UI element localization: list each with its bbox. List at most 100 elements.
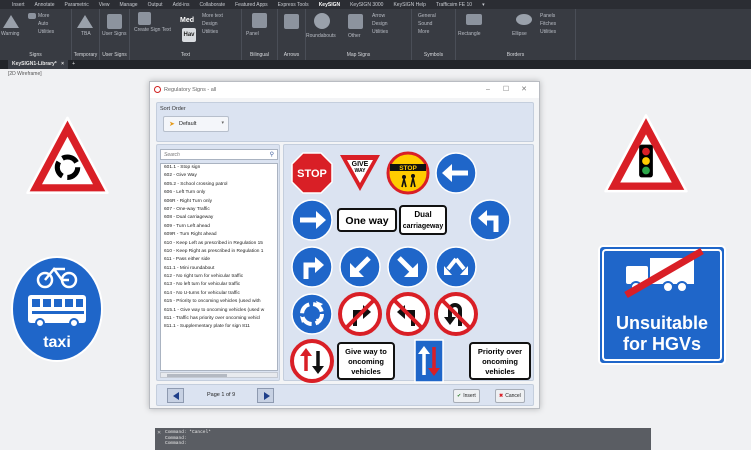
panel-label-symbols[interactable]: Symbols xyxy=(412,52,455,58)
ribbon-more-text-label[interactable]: More text xyxy=(202,13,223,19)
sign-no-left-turn[interactable] xyxy=(385,291,431,337)
menu-keysign[interactable]: KeySIGN xyxy=(319,2,340,8)
list-item[interactable]: 615 - Priority to oncoming vehicles (use… xyxy=(161,298,277,306)
menu-manage[interactable]: Manage xyxy=(119,2,137,8)
ribbon-rectangle-label[interactable]: Rectangle xyxy=(458,31,481,37)
panel-label-bilingual[interactable]: Bilingual xyxy=(242,52,277,58)
list-item[interactable]: 602 - Give Way xyxy=(161,172,277,180)
sign-give-way[interactable]: GIVE WAY xyxy=(337,150,383,196)
list-item[interactable]: 611.1 - Mini roundabout xyxy=(161,265,277,273)
ribbon-arrow-label[interactable]: Arrow xyxy=(372,13,385,19)
sign-no-u-turn[interactable] xyxy=(433,291,479,337)
ribbon-utilities-text-label[interactable]: Utilities xyxy=(202,29,218,35)
menu-trafficsim[interactable]: Trafficsim FE 10 xyxy=(436,2,472,8)
close-icon[interactable]: ✕ xyxy=(519,85,529,95)
sign-no-right-turn[interactable] xyxy=(337,291,383,337)
ribbon-auto-label[interactable]: Auto xyxy=(38,21,48,27)
list-item[interactable]: 609R - Turn Right ahead xyxy=(161,231,277,239)
list-item[interactable]: 610 - Keep Right as prescribed in Regula… xyxy=(161,248,277,256)
sign-turn-right-ahead[interactable] xyxy=(289,244,335,290)
hav-font-icon[interactable]: Hav xyxy=(182,28,196,42)
ribbon-ellipse-label[interactable]: Ellipse xyxy=(512,31,527,37)
list-item[interactable]: 601.1 - Stop sign xyxy=(161,164,277,172)
menu-keysign-3000[interactable]: KeySIGN 3000 xyxy=(350,2,383,8)
list-item[interactable]: 811.1 - Supplementary plate for sign 811 xyxy=(161,323,277,331)
menu-addins[interactable]: Add-ins xyxy=(173,2,190,8)
sign-keep-right[interactable] xyxy=(385,244,431,290)
more-icon[interactable] xyxy=(28,13,36,19)
panel-label-text[interactable]: Text xyxy=(130,52,241,58)
list-item[interactable]: 609 - Turn Left ahead xyxy=(161,223,277,231)
command-line[interactable]: ✕ Command: *Cancel* Command: Command: xyxy=(155,428,651,450)
panel-label-arrows[interactable]: Arrows xyxy=(278,52,305,58)
close-command-icon[interactable]: ✕ xyxy=(157,430,161,436)
sign-priority-over-oncoming[interactable] xyxy=(411,338,447,384)
search-box[interactable]: ⚲ xyxy=(160,149,278,160)
ribbon-design-label[interactable]: Design xyxy=(202,21,218,27)
ribbon-panel-label[interactable]: Panel xyxy=(246,31,259,37)
scrollbar-thumb[interactable] xyxy=(167,374,227,377)
unsuitable-for-hgvs-sign[interactable]: Unsuitable for HGVs xyxy=(598,245,726,365)
rectangle-icon[interactable] xyxy=(466,14,482,25)
next-page-button[interactable] xyxy=(257,388,274,403)
sign-right-turn-only[interactable] xyxy=(289,197,335,243)
traffic-signals-sign[interactable] xyxy=(602,112,690,198)
menu-output[interactable]: Output xyxy=(148,2,163,8)
search-input[interactable] xyxy=(161,150,261,159)
horizontal-scrollbar[interactable] xyxy=(160,372,278,378)
bus-cycle-taxi-sign[interactable]: taxi xyxy=(10,255,104,363)
dialog-title-bar[interactable]: Regulatory Signs - all – ☐ ✕ xyxy=(150,82,539,98)
panel-label-map-signs[interactable]: Map Signs xyxy=(306,52,411,58)
list-item[interactable]: 614 - No U-turns for vehicular traffic xyxy=(161,290,277,298)
sign-mini-roundabout[interactable] xyxy=(289,291,335,337)
ellipse-icon[interactable] xyxy=(516,14,532,25)
search-icon[interactable]: ⚲ xyxy=(270,151,274,158)
panel-label-signs[interactable]: Signs xyxy=(0,52,71,58)
minimize-icon[interactable]: – xyxy=(483,85,493,95)
menu-featured-apps[interactable]: Featured Apps xyxy=(235,2,268,8)
menu-annotate[interactable]: Annotate xyxy=(35,2,55,8)
sign-give-way-oncoming[interactable]: Give way to oncoming vehicles xyxy=(337,338,395,384)
sign-keep-left[interactable] xyxy=(337,244,383,290)
ribbon-warning-label[interactable]: Warning xyxy=(1,31,19,37)
tab-drawing[interactable]: KeySIGN1-Library* × xyxy=(8,60,69,69)
ribbon-map-utilities-label[interactable]: Utilities xyxy=(372,29,388,35)
ribbon-borders-utilities-label[interactable]: Utilities xyxy=(540,29,556,35)
cancel-button[interactable]: ✖ Cancel xyxy=(495,389,525,403)
list-item[interactable]: 605.2 - School crossing patrol xyxy=(161,181,277,189)
list-item[interactable]: 611 - Pass either side xyxy=(161,256,277,264)
sign-pass-either-side[interactable] xyxy=(433,244,479,290)
ribbon-user-signs-label[interactable]: User Signs xyxy=(102,31,126,37)
roundabout-icon[interactable] xyxy=(314,13,330,29)
sort-order-dropdown[interactable]: ➤ Default ▾ xyxy=(163,116,229,132)
ribbon-fitches-label[interactable]: Fitches xyxy=(540,21,556,27)
panel-label-borders[interactable]: Borders xyxy=(456,52,575,58)
ribbon-utilities-label[interactable]: Utilities xyxy=(38,29,54,35)
menu-express-tools[interactable]: Express Tools xyxy=(278,2,309,8)
menu-view[interactable]: View xyxy=(99,2,110,8)
ribbon-sound-label[interactable]: Sound xyxy=(418,21,432,27)
menu-keysign-help[interactable]: KeySIGN Help xyxy=(393,2,426,8)
ribbon-med-label[interactable]: Med xyxy=(180,17,194,24)
sign-priority-plate[interactable]: Priority over oncoming vehicles xyxy=(469,338,531,384)
list-item[interactable]: 613 - No left turn for vehicular traffic xyxy=(161,281,277,289)
list-item[interactable]: 615.1 - Give way to oncoming vehicles (u… xyxy=(161,307,277,315)
menu-parametric[interactable]: Parametric xyxy=(65,2,89,8)
ribbon-create-sign-text-label[interactable]: Create Sign Text xyxy=(134,27,171,33)
list-item[interactable]: 612 - No right turn for vehicular traffi… xyxy=(161,273,277,281)
list-item[interactable]: 606 - Left Turn only xyxy=(161,189,277,197)
menu-collaborate[interactable]: Collaborate xyxy=(200,2,226,8)
ribbon-symbols-more-label[interactable]: More xyxy=(418,29,429,35)
prev-page-button[interactable] xyxy=(167,388,184,403)
sign-stop[interactable]: STOP xyxy=(289,150,335,196)
ribbon-other-label[interactable]: Other xyxy=(348,33,361,39)
panel-label-temporary[interactable]: Temporary xyxy=(72,52,99,58)
bilingual-icon[interactable] xyxy=(252,13,267,28)
maximize-icon[interactable]: ☐ xyxy=(501,85,511,95)
list-item[interactable]: 607 - One-way Traffic xyxy=(161,206,277,214)
sign-school-crossing[interactable]: STOP xyxy=(385,150,431,196)
new-tab-button[interactable]: + xyxy=(68,60,79,69)
insert-button[interactable]: ✔ Insert xyxy=(453,389,480,403)
ribbon-general-label[interactable]: General xyxy=(418,13,436,19)
sign-left-turn-only[interactable] xyxy=(433,150,479,196)
